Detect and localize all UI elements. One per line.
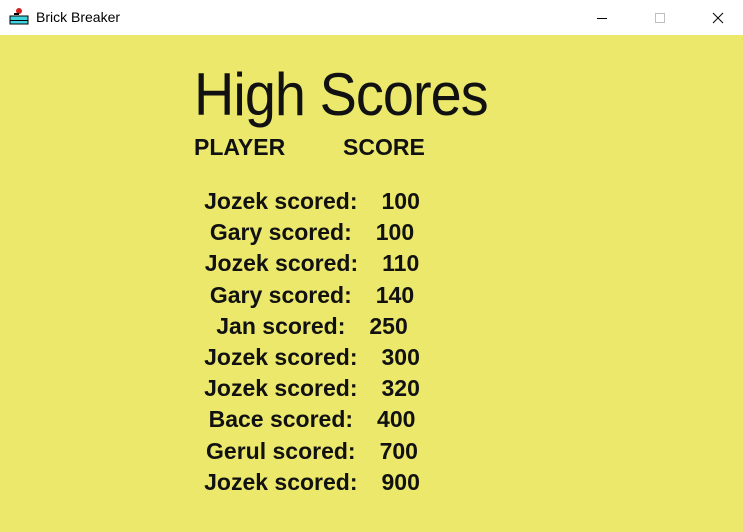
score-entry-label: Jozek scored: <box>204 375 358 402</box>
list-item: Jozek scored: 100 <box>150 186 474 217</box>
list-item: Jozek scored: 320 <box>150 373 474 404</box>
list-item: Jan scored: 250 <box>150 311 474 342</box>
list-item: Gary scored: 140 <box>150 280 474 311</box>
close-icon <box>712 12 724 23</box>
brick-breaker-app-icon <box>9 8 29 25</box>
list-item: Gerul scored: 700 <box>150 436 474 467</box>
page-title: High Scores <box>194 61 489 128</box>
minimize-button[interactable] <box>579 0 625 35</box>
score-entry-value: 900 <box>381 468 420 495</box>
score-entry-label: Jozek scored: <box>204 343 358 370</box>
score-entry-value: 140 <box>375 281 415 308</box>
high-score-list: Jozek scored: 100 Gary scored: 100 Jozek sco… <box>150 186 474 498</box>
score-entry-value: 300 <box>381 343 420 370</box>
score-entry-value: 320 <box>381 375 420 402</box>
score-entry-label: Bace scored: <box>208 406 354 433</box>
score-column-header: SCORE <box>343 134 425 160</box>
score-entry-value: 400 <box>377 406 416 433</box>
list-item: Jozek scored: 110 <box>150 248 474 279</box>
score-entry-label: Jozek scored: <box>204 468 358 495</box>
maximize-button[interactable] <box>637 0 683 35</box>
score-entry-label: Gerul scored: <box>206 437 356 464</box>
score-entry-label: Jan scored: <box>216 312 346 339</box>
score-entry-label: Gary scored: <box>209 219 352 246</box>
list-item: Bace scored: 400 <box>150 404 474 435</box>
score-entry-value: 110 <box>382 250 420 277</box>
window-titlebar[interactable]: Brick Breaker <box>0 0 743 35</box>
list-item: Jozek scored: 900 <box>150 467 474 498</box>
score-entry-value: 100 <box>375 219 415 246</box>
score-entry-value: 250 <box>369 312 408 339</box>
player-column-header: PLAYER <box>194 134 286 160</box>
window-title: Brick Breaker <box>36 9 121 25</box>
close-button[interactable] <box>695 0 741 35</box>
list-item: Gary scored: 100 <box>150 217 474 248</box>
score-entry-value: 700 <box>379 437 418 464</box>
score-entry-label: Jozek scored: <box>204 250 359 277</box>
score-entry-value: 100 <box>381 188 420 214</box>
maximize-icon <box>655 12 665 23</box>
score-entry-label: Gary scored: <box>209 281 352 308</box>
game-screen: High Scores PLAYER SCORE Jozek scored: 10… <box>0 35 743 532</box>
minimize-icon <box>597 17 607 19</box>
score-entry-label: Jozek scored: <box>204 188 358 214</box>
list-item: Jozek scored: 300 <box>150 342 474 373</box>
